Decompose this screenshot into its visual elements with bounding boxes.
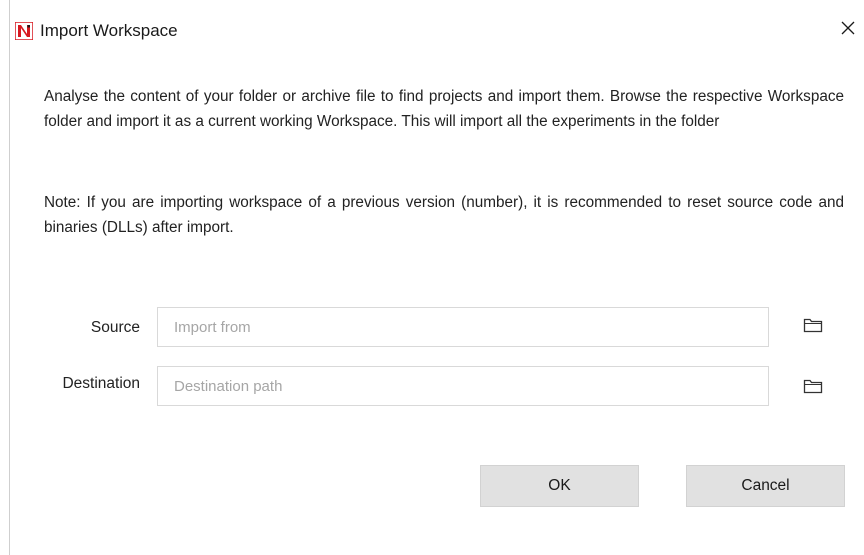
- source-input[interactable]: [157, 307, 769, 347]
- cancel-button[interactable]: Cancel: [686, 465, 845, 507]
- note-text: Note: If you are importing workspace of …: [44, 194, 844, 236]
- destination-browse-button[interactable]: [800, 375, 826, 401]
- import-workspace-dialog: Import Workspace Analyse the content of …: [0, 0, 864, 555]
- title-bar[interactable]: Import Workspace: [0, 0, 864, 62]
- destination-label: Destination: [62, 375, 140, 392]
- dialog-title: Import Workspace: [40, 21, 178, 40]
- window-left-border: [9, 0, 10, 555]
- close-icon: [840, 20, 856, 41]
- source-browse-button[interactable]: [800, 314, 826, 340]
- ok-button[interactable]: OK: [480, 465, 639, 507]
- source-label: Source: [90, 319, 140, 336]
- close-button[interactable]: [834, 16, 862, 44]
- destination-input[interactable]: [157, 366, 769, 406]
- app-logo-icon: [14, 21, 34, 41]
- description-text: Analyse the content of your folder or ar…: [44, 88, 844, 130]
- folder-icon: [803, 378, 823, 399]
- folder-icon: [803, 317, 823, 338]
